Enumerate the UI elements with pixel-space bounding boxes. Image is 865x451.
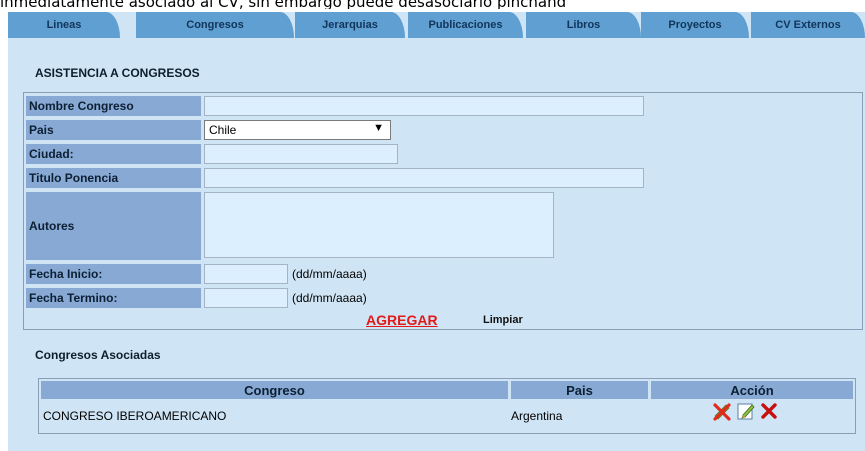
- associated-congresses-title: Congresos Asociadas: [35, 348, 161, 362]
- tab-libros[interactable]: Libros: [526, 12, 641, 38]
- column-header-accion: Acción: [651, 381, 853, 399]
- associated-congresses-table: Congreso Pais Acción CONGRESO IBEROAMERI…: [38, 378, 856, 434]
- fecha-inicio-label: Fecha Inicio:: [26, 264, 201, 284]
- pais-selected-value: Chile: [209, 123, 237, 137]
- tab-congresos[interactable]: Congresos: [136, 12, 294, 38]
- tab-lineas[interactable]: Lineas: [8, 12, 120, 38]
- nombre-congreso-label: Nombre Congreso: [26, 96, 201, 116]
- tab-bar: Lineas Congresos Jerarquias Publicacione…: [8, 12, 865, 38]
- titulo-ponencia-input[interactable]: [204, 168, 644, 188]
- autores-label: Autores: [26, 192, 201, 260]
- ciudad-label: Ciudad:: [26, 144, 201, 164]
- column-header-pais: Pais: [511, 381, 648, 399]
- top-instruction-text: inmediatamente asociado al CV, sin embar…: [0, 0, 567, 9]
- agregar-button[interactable]: AGREGAR: [366, 312, 438, 328]
- congress-form: Nombre Congreso Pais Chile ▼ Ciudad: Tit…: [23, 92, 863, 330]
- fecha-termino-input[interactable]: [204, 288, 288, 308]
- edit-icon[interactable]: [736, 401, 756, 421]
- row-congreso-cell: CONGRESO IBEROAMERICANO: [43, 409, 227, 423]
- fecha-termino-label: Fecha Termino:: [26, 288, 201, 308]
- fecha-inicio-format-hint: (dd/mm/aaaa): [292, 267, 367, 281]
- tab-cv-externos[interactable]: CV Externos: [751, 12, 865, 38]
- dropdown-arrow-icon: ▼: [373, 122, 384, 134]
- row-pais-cell: Argentina: [511, 409, 563, 423]
- fecha-termino-format-hint: (dd/mm/aaaa): [292, 291, 367, 305]
- tab-jerarquias[interactable]: Jerarquias: [295, 12, 405, 38]
- unlink-icon[interactable]: [712, 401, 732, 421]
- ciudad-input[interactable]: [204, 144, 398, 164]
- tab-publicaciones[interactable]: Publicaciones: [408, 12, 523, 38]
- fecha-inicio-input[interactable]: [204, 264, 288, 284]
- nombre-congreso-input[interactable]: [204, 96, 644, 116]
- main-panel: ASISTENCIA A CONGRESOS Nombre Congreso P…: [8, 38, 865, 451]
- limpiar-button[interactable]: Limpiar: [483, 314, 523, 326]
- tab-proyectos[interactable]: Proyectos: [641, 12, 749, 38]
- titulo-ponencia-label: Titulo Ponencia: [26, 168, 201, 188]
- autores-textarea[interactable]: [204, 192, 554, 258]
- page-title: ASISTENCIA A CONGRESOS: [35, 66, 200, 80]
- pais-label: Pais: [26, 120, 201, 140]
- column-header-congreso: Congreso: [41, 381, 508, 399]
- delete-icon[interactable]: [759, 401, 779, 421]
- pais-select[interactable]: Chile ▼: [204, 120, 391, 140]
